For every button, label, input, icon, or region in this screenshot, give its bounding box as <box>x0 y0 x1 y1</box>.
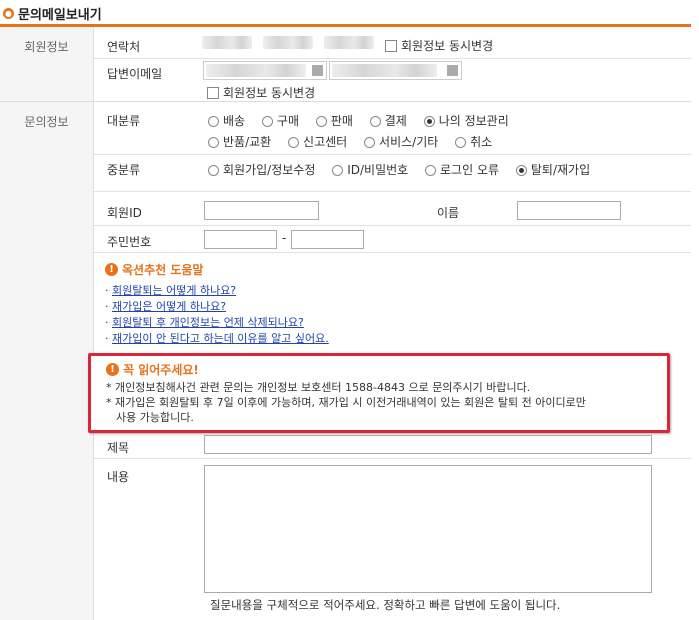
contact-phone-part-1[interactable] <box>202 36 252 49</box>
radio-service-etc[interactable]: 서비스/기타 <box>364 133 438 150</box>
member-info-section: 회원정보 연락처 회원정보 동시변경 답변이메일 회원정보 동시변경 <box>0 27 691 102</box>
rrn-front-input[interactable] <box>204 230 277 249</box>
help-link-item: · 재가입이 안 된다고 하는데 이유를 알고 싶어요. <box>105 332 329 345</box>
help-link-rejoin[interactable]: 재가입은 어떻게 하나요? <box>112 300 226 313</box>
help-link-item: · 재가입은 어떻게 하나요? <box>105 300 227 313</box>
notice-line-2: * 재가입은 회원탈퇴 후 7일 이후에 가능하며, 재가입 시 이전거래내역이… <box>106 396 586 409</box>
rrn-label: 주민번호 <box>107 235 152 249</box>
contact-label: 연락처 <box>107 40 141 54</box>
member-id-input[interactable] <box>204 201 319 220</box>
contact-sync-checkbox[interactable]: 회원정보 동시변경 <box>385 37 493 54</box>
email-sync-checkbox[interactable]: 회원정보 동시변경 <box>207 84 315 101</box>
chevron-down-icon <box>312 65 323 76</box>
help-link-data-deletion[interactable]: 회원탈퇴 후 개인정보는 언제 삭제되나요? <box>112 316 304 329</box>
radio-selected-icon <box>515 165 527 176</box>
radio-my-info[interactable]: 나의 정보관리 <box>423 112 509 129</box>
help-link-item: · 회원탈퇴는 어떻게 하나요? <box>105 284 237 297</box>
radio-icon <box>332 165 344 176</box>
email-domain-select[interactable] <box>329 61 462 80</box>
minor-category-label: 중분류 <box>107 163 141 177</box>
email-id-value <box>206 64 306 77</box>
radio-return-exchange[interactable]: 반품/교환 <box>208 133 271 150</box>
row-divider <box>94 458 691 459</box>
minor-category-row: 회원가입/정보수정 ID/비밀번호 로그인 오류 탈퇴/재가입 <box>208 161 603 178</box>
notice-line-1: * 개인정보침해사건 관련 문의는 개인정보 보호센터 1588-4843 으로… <box>106 381 531 394</box>
radio-icon <box>364 137 376 148</box>
row-divider <box>94 225 691 226</box>
contact-phone-part-3[interactable] <box>324 36 374 49</box>
help-link-rejoin-issue[interactable]: 재가입이 안 된다고 하는데 이유를 알고 싶어요. <box>112 332 329 345</box>
rrn-back-input[interactable] <box>291 230 364 249</box>
content-hint: 질문내용을 구체적으로 적어주세요. 정확하고 빠른 답변에 도움이 됩니다. <box>210 598 561 612</box>
radio-report-center[interactable]: 신고센터 <box>288 133 347 150</box>
name-input[interactable] <box>517 201 621 220</box>
radio-sale[interactable]: 판매 <box>315 112 353 129</box>
radio-selected-icon <box>423 116 435 127</box>
radio-purchase[interactable]: 구매 <box>261 112 299 129</box>
notice-line-3: 사용 가능합니다. <box>116 411 194 424</box>
warning-icon: ! <box>106 363 119 376</box>
member-info-side-label: 회원정보 <box>0 27 94 101</box>
page-title: 문의메일보내기 <box>18 7 102 23</box>
inquiry-section: 문의정보 대분류 배송 구매 판매 결제 나의 정보관리 반품/교환 신고센터 … <box>0 102 691 620</box>
header-bullet-icon: ● <box>3 7 14 19</box>
info-icon: ! <box>105 263 118 276</box>
radio-icon <box>208 165 219 176</box>
chevron-down-icon <box>447 65 458 76</box>
name-label: 이름 <box>437 206 460 220</box>
radio-icon <box>208 116 219 127</box>
major-category-row-1: 배송 구매 판매 결제 나의 정보관리 <box>208 112 522 129</box>
checkbox-icon <box>385 40 397 52</box>
help-link-withdraw[interactable]: 회원탈퇴는 어떻게 하나요? <box>112 284 236 297</box>
radio-payment[interactable]: 결제 <box>369 112 407 129</box>
radio-icon <box>261 116 273 127</box>
email-sync-label: 회원정보 동시변경 <box>223 86 316 100</box>
row-divider <box>94 191 691 192</box>
content-textarea[interactable] <box>204 465 652 593</box>
email-domain-value <box>332 64 437 77</box>
radio-icon <box>425 165 437 176</box>
subject-input[interactable] <box>204 435 652 454</box>
contact-sync-label: 회원정보 동시변경 <box>401 39 494 53</box>
email-label: 답변이메일 <box>107 67 163 81</box>
page-header: ● 문의메일보내기 <box>3 5 102 23</box>
radio-icon <box>315 116 327 127</box>
major-category-row-2: 반품/교환 신고센터 서비스/기타 취소 <box>208 133 505 150</box>
radio-icon <box>288 137 300 148</box>
radio-shipping[interactable]: 배송 <box>208 112 245 129</box>
help-links: · 회원탈퇴는 어떻게 하나요? · 재가입은 어떻게 하나요? · 회원탈퇴 … <box>105 283 329 347</box>
notice-title: ! 꼭 읽어주세요! <box>106 361 667 378</box>
radio-id-password[interactable]: ID/비밀번호 <box>332 161 408 178</box>
radio-icon <box>455 137 467 148</box>
radio-join-edit[interactable]: 회원가입/정보수정 <box>208 161 315 178</box>
major-category-label: 대분류 <box>107 114 141 128</box>
radio-cancel[interactable]: 취소 <box>455 133 492 150</box>
help-title: ! 옥션추천 도움말 <box>105 261 203 278</box>
content-label: 내용 <box>107 470 130 484</box>
notice-box: ! 꼭 읽어주세요! * 개인정보침해사건 관련 문의는 개인정보 보호센터 15… <box>88 353 670 433</box>
rrn-separator: - <box>282 231 287 245</box>
row-divider <box>94 252 691 253</box>
inquiry-side-label: 문의정보 <box>0 102 94 620</box>
checkbox-icon <box>207 87 219 99</box>
row-divider <box>94 58 691 59</box>
radio-withdraw-rejoin[interactable]: 탈퇴/재가입 <box>515 161 590 178</box>
email-id-field[interactable] <box>203 61 327 80</box>
radio-icon <box>208 137 219 148</box>
radio-login-error[interactable]: 로그인 오류 <box>425 161 499 178</box>
subject-label: 제목 <box>107 441 130 455</box>
member-id-label: 회원ID <box>107 206 142 220</box>
contact-phone-part-2[interactable] <box>263 36 313 49</box>
row-divider <box>94 154 691 155</box>
radio-icon <box>369 116 381 127</box>
help-link-item: · 회원탈퇴 후 개인정보는 언제 삭제되나요? <box>105 316 304 329</box>
